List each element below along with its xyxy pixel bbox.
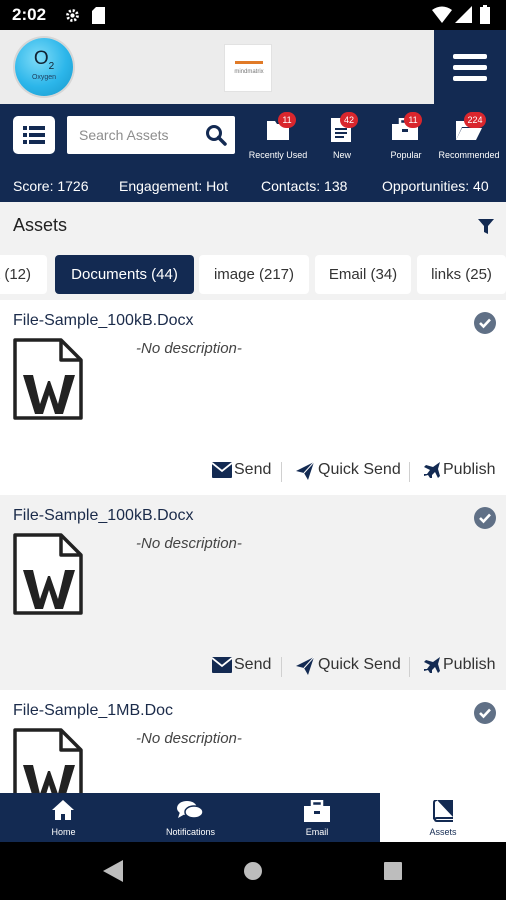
- battery-icon: [480, 5, 490, 29]
- home-circle-icon[interactable]: [244, 862, 262, 880]
- recommended-badge: 224: [464, 112, 486, 128]
- status-bar: 2:02: [0, 0, 506, 30]
- popular-badge: 11: [404, 112, 422, 128]
- nav-email[interactable]: Email: [254, 793, 380, 842]
- briefcase-icon: [304, 800, 330, 822]
- search-input[interactable]: [79, 124, 199, 146]
- asset-description: -No description-: [136, 535, 242, 552]
- page-title: Assets: [13, 215, 68, 235]
- bottom-nav: Home Notifications Email Assets: [0, 793, 506, 842]
- opportunities-stat: Opportunities: 40: [382, 178, 489, 194]
- brand-logo: mindmatrix: [224, 44, 272, 92]
- home-icon: [52, 800, 74, 820]
- nav-home[interactable]: Home: [0, 793, 127, 842]
- asset-actions: Send Quick Send Publish: [0, 655, 506, 679]
- asset-actions: Send Quick Send Publish: [0, 460, 506, 484]
- wifi-icon: [432, 6, 452, 28]
- list-view-button[interactable]: [13, 116, 55, 154]
- tab-image[interactable]: image (217): [199, 255, 309, 294]
- filter-icon[interactable]: [478, 219, 494, 235]
- publish-button[interactable]: Publish: [424, 655, 496, 677]
- book-icon: [433, 800, 453, 822]
- tab-partial[interactable]: t (12): [0, 255, 47, 294]
- plane-icon: [424, 657, 440, 673]
- check-circle-icon[interactable]: [474, 312, 496, 334]
- list-icon: [23, 126, 45, 144]
- chat-icon: [177, 801, 203, 819]
- header-logo-area: O2 Oxygen mindmatrix: [0, 30, 434, 104]
- new-badge: 42: [340, 112, 358, 128]
- search-icon[interactable]: [205, 124, 227, 146]
- asset-title: File-Sample_100kB.Docx: [13, 507, 194, 524]
- system-nav-bar: [0, 842, 506, 900]
- signal-icon: [455, 6, 472, 28]
- hamburger-menu-button[interactable]: [434, 30, 506, 104]
- new-button[interactable]: 42 New: [322, 112, 362, 168]
- check-circle-icon[interactable]: [474, 702, 496, 724]
- back-icon[interactable]: [103, 860, 123, 882]
- stats-bar: Score: 1726 Engagement: Hot Contacts: 13…: [0, 170, 506, 202]
- asset-title: File-Sample_1MB.Doc: [13, 702, 174, 719]
- word-document-icon: [13, 338, 83, 420]
- status-time: 2:02: [12, 5, 47, 24]
- recents-icon[interactable]: [384, 862, 402, 880]
- asset-title: File-Sample_100kB.Docx: [13, 312, 194, 329]
- asset-toolbar: 11 Recently Used 42 New 11 Popular 224 R…: [0, 104, 506, 170]
- asset-card[interactable]: File-Sample_1MB.Doc -No description-: [0, 690, 506, 793]
- assets-section-header: Assets: [0, 202, 506, 248]
- app-header: O2 Oxygen mindmatrix: [0, 30, 506, 104]
- contacts-stat: Contacts: 138: [261, 178, 348, 194]
- send-button[interactable]: Send: [212, 655, 272, 677]
- plane-icon: [424, 462, 440, 478]
- word-document-icon: [13, 728, 83, 793]
- nav-notifications[interactable]: Notifications: [127, 793, 254, 842]
- settings-icon: [64, 7, 81, 29]
- tab-links[interactable]: links (25): [417, 255, 506, 294]
- word-document-icon: [13, 533, 83, 615]
- asset-card[interactable]: File-Sample_100kB.Docx -No description- …: [0, 495, 506, 690]
- asset-card[interactable]: File-Sample_100kB.Docx -No description- …: [0, 300, 506, 495]
- search-box: [67, 116, 235, 154]
- engagement-stat: Engagement: Hot: [119, 178, 228, 194]
- oxygen-logo[interactable]: O2 Oxygen: [15, 38, 73, 96]
- recently-used-button[interactable]: 11 Recently Used: [247, 112, 309, 168]
- category-tabs: t (12) Documents (44) image (217) Email …: [0, 248, 506, 300]
- paper-plane-icon: [296, 462, 314, 480]
- recommended-button[interactable]: 224 Recommended: [436, 112, 502, 168]
- quick-send-button[interactable]: Quick Send: [296, 655, 401, 677]
- envelope-icon: [212, 462, 232, 478]
- envelope-icon: [212, 657, 232, 673]
- tab-email[interactable]: Email (34): [315, 255, 411, 294]
- score-stat: Score: 1726: [13, 178, 89, 194]
- send-button[interactable]: Send: [212, 460, 272, 482]
- publish-button[interactable]: Publish: [424, 460, 496, 482]
- asset-description: -No description-: [136, 730, 242, 747]
- menu-icon: [453, 54, 487, 59]
- quick-send-button[interactable]: Quick Send: [296, 460, 401, 482]
- popular-button[interactable]: 11 Popular: [384, 112, 428, 168]
- paper-plane-icon: [296, 657, 314, 675]
- check-circle-icon[interactable]: [474, 507, 496, 529]
- asset-description: -No description-: [136, 340, 242, 357]
- nav-assets[interactable]: Assets: [380, 793, 506, 842]
- tab-documents[interactable]: Documents (44): [55, 255, 194, 294]
- recently-used-badge: 11: [278, 112, 296, 128]
- sd-card-icon: [92, 7, 105, 29]
